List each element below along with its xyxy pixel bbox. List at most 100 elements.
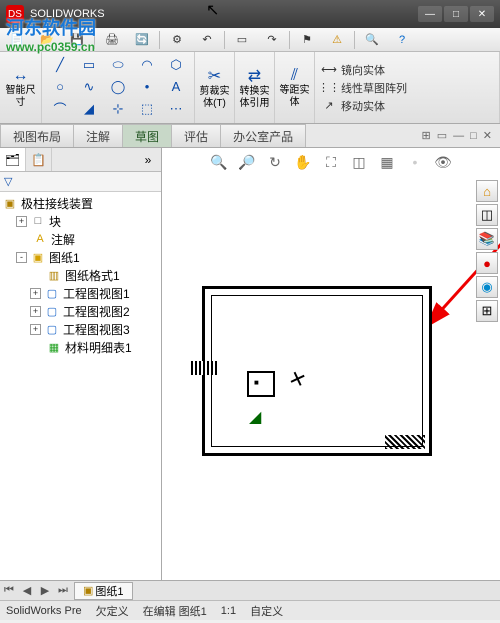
hide-show-icon[interactable]: 👁 <box>433 154 453 171</box>
convert-button[interactable]: ⇄ 转换实 体引用 <box>235 52 275 123</box>
spline-tool[interactable]: ∿ <box>75 76 103 97</box>
trim-button[interactable]: ✂ 剪裁实 体(T) <box>195 52 235 123</box>
flag-icon[interactable]: ⚑ <box>294 30 320 50</box>
graphics-viewport[interactable]: 🔍 🔎 ↻ ✋ ⛶ ◫ ▦ • 👁 ✕ ◢ <box>162 148 500 580</box>
tree-node[interactable]: -▣图纸1 <box>2 248 159 266</box>
save-icon[interactable]: 💾 <box>64 30 90 50</box>
tab-view-layout[interactable]: 视图布局 <box>0 124 74 147</box>
titlebar: DS SOLIDWORKS — □ ✕ <box>0 0 500 28</box>
centerline-tool[interactable]: ⊹ <box>104 98 132 119</box>
rect-tool[interactable]: ▭ <box>75 54 103 75</box>
mirror-button[interactable]: ⟷镜向实体 <box>321 62 493 78</box>
linear-pattern-button[interactable]: ⋮⋮线性草图阵列 <box>321 80 493 96</box>
redo-icon[interactable]: ↷ <box>259 30 285 50</box>
plane-tool[interactable]: ⬚ <box>133 98 161 119</box>
doc-cascade-icon[interactable]: ▭ <box>437 129 447 142</box>
slot-tool[interactable]: ⬭ <box>104 54 132 75</box>
tree-item-icon: ▦ <box>46 339 62 355</box>
tab-office[interactable]: 办公室产品 <box>220 124 306 147</box>
search-icon[interactable]: 🔍 <box>359 30 385 50</box>
doc-close-icon[interactable]: ✕ <box>483 129 492 142</box>
display-icon[interactable]: ▦ <box>377 154 397 171</box>
move-button[interactable]: ↗移动实体 <box>321 98 493 114</box>
doc-restore-icon[interactable]: □ <box>470 130 477 142</box>
smart-dimension-button[interactable]: ↔ 智能尺 寸 <box>0 52 42 123</box>
tree-twisty[interactable]: + <box>30 324 41 335</box>
maximize-button[interactable]: □ <box>444 6 468 22</box>
sheet-tab-1[interactable]: ▣ 图纸1 <box>74 582 133 600</box>
chamfer-tool[interactable]: ◢ <box>75 98 103 119</box>
tree-node[interactable]: +▢工程图视图3 <box>2 320 159 338</box>
section-icon[interactable]: ◫ <box>349 154 369 171</box>
drawing-view-1[interactable] <box>247 371 275 397</box>
tree-node[interactable]: +▢工程图视图2 <box>2 302 159 320</box>
warning-icon[interactable]: ⚠ <box>324 30 350 50</box>
fit-icon[interactable]: ⛶ <box>321 154 341 171</box>
tree-item-icon: ▢ <box>44 285 60 301</box>
tree-item-icon: ▥ <box>46 267 62 283</box>
select-icon[interactable]: ▭ <box>229 30 255 50</box>
poly-tool[interactable]: ⬡ <box>162 54 190 75</box>
rebuild-icon[interactable]: 🔄 <box>129 30 155 50</box>
tree-root[interactable]: ▣ 极柱接线装置 <box>2 194 159 212</box>
undo-icon[interactable]: ↶ <box>194 30 220 50</box>
zoom-out-icon[interactable]: 🔎 <box>237 154 257 171</box>
tree-node[interactable]: ▦材料明细表1 <box>2 338 159 356</box>
tree-item-label: 图纸格式1 <box>65 267 120 284</box>
library-icon[interactable]: 📚 <box>476 228 498 250</box>
minimize-button[interactable]: — <box>418 6 442 22</box>
tree-twisty[interactable]: + <box>30 306 41 317</box>
tree-node[interactable]: ▥图纸格式1 <box>2 266 159 284</box>
drawing-canvas[interactable]: ✕ ◢ <box>162 176 500 580</box>
rotate-icon[interactable]: ↻ <box>265 154 285 171</box>
prev-sheet-icon[interactable]: ◀ <box>18 584 36 597</box>
close-button[interactable]: ✕ <box>470 6 494 22</box>
tab-annotation[interactable]: 注解 <box>73 124 123 147</box>
zoom-in-icon[interactable]: 🔍 <box>209 154 229 171</box>
circle-tool[interactable]: ○ <box>46 76 74 97</box>
status-custom: 自定义 <box>250 603 283 619</box>
doc-tile-icon[interactable]: ⊞ <box>422 129 431 142</box>
tree-item-label: 材料明细表1 <box>65 339 132 356</box>
last-sheet-icon[interactable]: ⏭ <box>54 584 72 597</box>
tab-evaluate[interactable]: 评估 <box>171 124 221 147</box>
tree-twisty[interactable]: - <box>16 252 27 263</box>
custom-icon[interactable]: ⊞ <box>476 300 498 322</box>
tree-node[interactable]: A注解 <box>2 230 159 248</box>
panel-pin-icon[interactable]: » <box>135 148 161 171</box>
doc-minimize-icon[interactable]: — <box>453 130 464 142</box>
next-sheet-icon[interactable]: ▶ <box>36 584 54 597</box>
home-icon[interactable]: ⌂ <box>476 180 498 202</box>
tree-filter[interactable]: ▽ <box>0 172 161 192</box>
text-tool[interactable]: A <box>162 76 190 97</box>
tree-twisty[interactable]: + <box>30 288 41 299</box>
sketch-tools-grid: ╱ ▭ ⬭ ◠ ⬡ ○ ∿ ◯ • A ⌒ ◢ ⊹ ⬚ ⋯ <box>46 54 190 119</box>
help-icon[interactable]: ? <box>389 30 415 50</box>
tab-sketch[interactable]: 草图 <box>122 124 172 147</box>
drawing-sheet[interactable]: ✕ ◢ <box>202 286 432 456</box>
new-icon[interactable]: 📄 <box>4 30 30 50</box>
drawing-view-3[interactable]: ◢ <box>249 407 261 427</box>
tree-twisty[interactable]: + <box>16 216 27 227</box>
more-tool[interactable]: ⋯ <box>162 98 190 119</box>
arc-tool[interactable]: ◠ <box>133 54 161 75</box>
fillet-tool[interactable]: ⌒ <box>46 98 74 119</box>
point-tool[interactable]: • <box>133 76 161 97</box>
ellipse-tool[interactable]: ◯ <box>104 76 132 97</box>
tree-node[interactable]: +▢工程图视图1 <box>2 284 159 302</box>
tree-item-icon: ▢ <box>44 303 60 319</box>
properties-icon[interactable]: ◉ <box>476 276 498 298</box>
property-tab[interactable]: 📋 <box>26 148 52 171</box>
offset-button[interactable]: ⫽ 等距实 体 <box>275 52 315 123</box>
options-icon[interactable]: ⚙ <box>164 30 190 50</box>
appearances-icon[interactable]: ● <box>476 252 498 274</box>
print-icon[interactable]: 🖨 <box>99 30 125 50</box>
open-icon[interactable]: 📂 <box>34 30 60 50</box>
tree-node[interactable]: +□块 <box>2 212 159 230</box>
feature-tree-tab[interactable]: 🗂 <box>0 148 26 171</box>
first-sheet-icon[interactable]: ⏮ <box>0 584 18 597</box>
pan-icon[interactable]: ✋ <box>293 154 313 171</box>
tree-item-icon: □ <box>30 213 46 229</box>
line-tool[interactable]: ╱ <box>46 54 74 75</box>
resources-icon[interactable]: ◫ <box>476 204 498 226</box>
